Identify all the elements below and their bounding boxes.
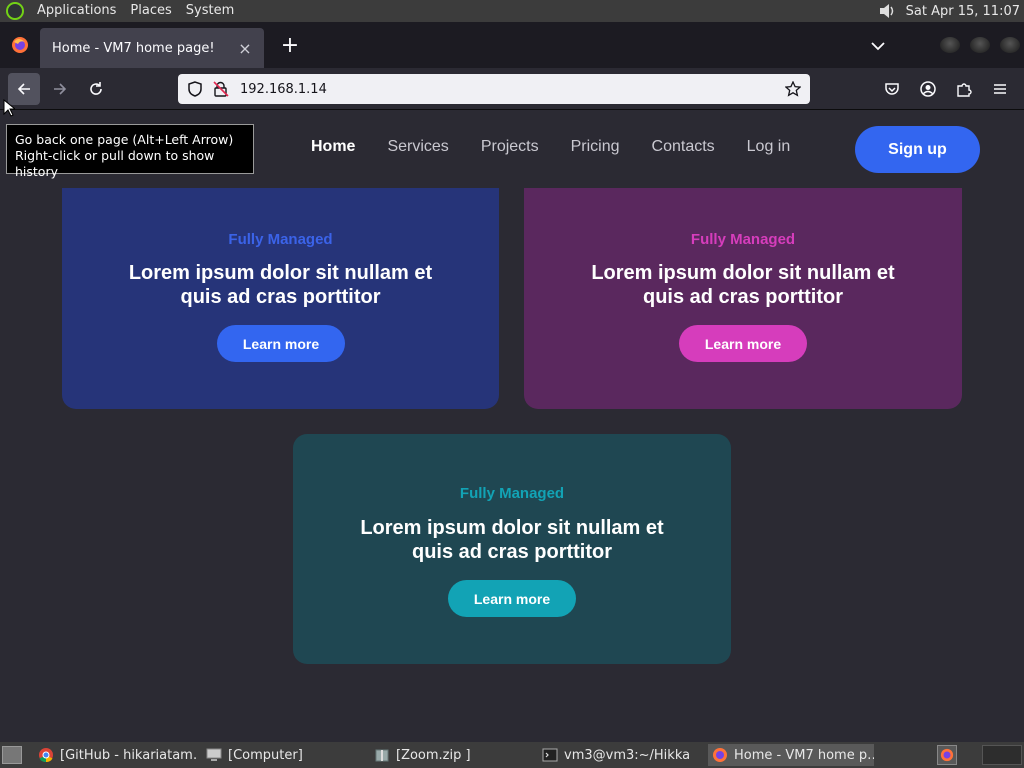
- nav-services[interactable]: Services: [387, 138, 448, 156]
- taskbar-item-computer[interactable]: [Computer]: [206, 744, 346, 766]
- panel-right: Sat Apr 15, 11:07: [876, 0, 1024, 22]
- pocket-icon[interactable]: [876, 74, 908, 104]
- card-heading-line: quis ad cras porttitor: [642, 286, 844, 308]
- url-text[interactable]: 192.168.1.14: [240, 82, 782, 97]
- lock-warning-icon[interactable]: [212, 80, 230, 98]
- card-heading-line: Lorem ipsum dolor sit nullam et: [591, 262, 895, 284]
- learn-more-button[interactable]: Learn more: [217, 325, 345, 362]
- forward-arrow-icon[interactable]: [44, 73, 76, 105]
- card-eyebrow: Fully Managed: [459, 485, 565, 502]
- card-eyebrow: Fully Managed: [228, 231, 333, 248]
- card-heading-line: Lorem ipsum dolor sit nullam et: [128, 262, 433, 284]
- menu-applications[interactable]: Applications: [30, 0, 123, 22]
- signup-button[interactable]: Sign up: [855, 126, 980, 173]
- tooltip-line-2: Right-click or pull down to show history: [15, 148, 215, 179]
- taskbar-label: [Computer]: [228, 747, 303, 763]
- terminal-icon: [542, 748, 558, 762]
- new-tab-icon[interactable]: +: [274, 29, 306, 61]
- feature-card: Fully Managed Lorem ipsum dolor sit null…: [524, 188, 962, 409]
- taskbar-item-zip[interactable]: [Zoom.zip ]: [374, 744, 514, 766]
- bookmark-star-icon[interactable]: [782, 78, 804, 100]
- computer-icon: [206, 748, 222, 761]
- tray-firefox-icon[interactable]: [937, 745, 957, 765]
- tab-home[interactable]: Home - VM7 home page! ×: [40, 28, 264, 68]
- card-heading-line: Lorem ipsum dolor sit nullam et: [360, 517, 664, 539]
- firefox-icon: [0, 22, 40, 68]
- back-tooltip: Go back one page (Alt+Left Arrow) Right-…: [6, 124, 254, 179]
- menu-places[interactable]: Places: [123, 0, 178, 22]
- taskbar-item-firefox[interactable]: Home - VM7 home p…: [708, 744, 874, 766]
- tooltip-line-1: Go back one page (Alt+Left Arrow): [15, 132, 234, 147]
- gnome-logo-icon[interactable]: [6, 2, 24, 20]
- tab-bar: Home - VM7 home page! × +: [0, 22, 1024, 68]
- nav-login[interactable]: Log in: [747, 138, 791, 156]
- taskbar-label: vm3@vm3:~/Hikka: [564, 747, 691, 763]
- taskbar-label: [Zoom.zip ]: [396, 747, 471, 763]
- maximize-button[interactable]: [970, 37, 990, 53]
- nav-toolbar: 192.168.1.14: [0, 68, 1024, 110]
- window-controls: [940, 37, 1020, 53]
- shield-icon[interactable]: [186, 80, 204, 98]
- nav-projects[interactable]: Projects: [481, 138, 539, 156]
- feature-card: Fully Managed Lorem ipsum dolor sit null…: [293, 434, 731, 664]
- panel-menu: Applications Places System: [0, 0, 241, 22]
- top-panel: Applications Places System Sat Apr 15, 1…: [0, 0, 1024, 22]
- tab-close-icon[interactable]: ×: [236, 39, 254, 58]
- card-heading: Lorem ipsum dolor sit nullam et quis ad …: [62, 261, 499, 309]
- mouse-cursor-icon: [3, 98, 17, 121]
- show-desktop-icon[interactable]: [2, 746, 22, 764]
- minimize-button[interactable]: [940, 37, 960, 53]
- card-heading-line: quis ad cras porttitor: [180, 286, 381, 308]
- chrome-icon: [39, 748, 53, 763]
- taskbar-label: [GitHub - hikariatam…: [60, 747, 198, 763]
- volume-icon[interactable]: [876, 0, 898, 22]
- feature-card: Fully Managed Lorem ipsum dolor sit null…: [62, 188, 499, 409]
- card-heading: Lorem ipsum dolor sit nullam et quis ad …: [524, 261, 962, 309]
- clock[interactable]: Sat Apr 15, 11:07: [906, 4, 1024, 19]
- close-window-button[interactable]: [1000, 37, 1020, 53]
- learn-more-button[interactable]: Learn more: [448, 580, 576, 617]
- card-heading-line: quis ad cras porttitor: [411, 541, 613, 563]
- url-bar[interactable]: 192.168.1.14: [178, 74, 810, 104]
- account-icon[interactable]: [912, 74, 944, 104]
- taskbar: [GitHub - hikariatam… [Computer] [Zoom.z…: [0, 742, 1024, 768]
- list-all-tabs-icon[interactable]: [866, 34, 890, 58]
- taskbar-item-terminal[interactable]: vm3@vm3:~/Hikka: [542, 744, 692, 766]
- extensions-icon[interactable]: [948, 74, 980, 104]
- workspace-switcher[interactable]: [982, 745, 1022, 765]
- site-nav-links: Home Services Projects Pricing Contacts …: [311, 138, 822, 156]
- firefox-icon: [713, 748, 727, 762]
- card-heading: Lorem ipsum dolor sit nullam et quis ad …: [293, 516, 731, 564]
- toolbar-right: [876, 74, 1016, 104]
- taskbar-item-github[interactable]: [GitHub - hikariatam…: [38, 744, 198, 766]
- menu-icon[interactable]: [984, 74, 1016, 104]
- nav-home[interactable]: Home: [311, 138, 355, 156]
- learn-more-button[interactable]: Learn more: [679, 325, 807, 362]
- tab-title: Home - VM7 home page!: [52, 40, 215, 56]
- nav-contacts[interactable]: Contacts: [652, 138, 715, 156]
- nav-pricing[interactable]: Pricing: [571, 138, 620, 156]
- archive-icon: [375, 749, 389, 762]
- reload-icon[interactable]: [80, 73, 112, 105]
- menu-system[interactable]: System: [179, 0, 241, 22]
- taskbar-label: Home - VM7 home p…: [734, 747, 874, 763]
- card-eyebrow: Fully Managed: [690, 231, 796, 248]
